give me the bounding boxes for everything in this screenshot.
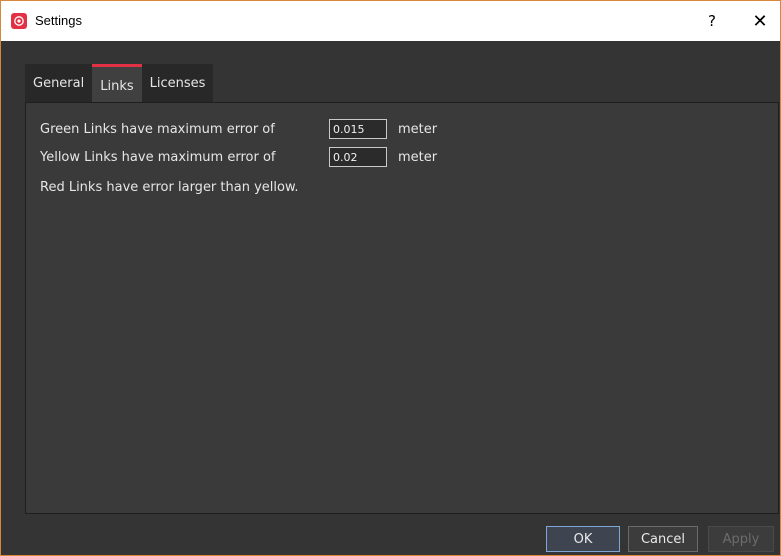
dialog-content: General Links Licenses Green Links have … bbox=[1, 41, 780, 555]
ok-button[interactable]: OK bbox=[546, 526, 620, 552]
green-unit-label: meter bbox=[398, 122, 438, 137]
apply-button[interactable]: Apply bbox=[708, 526, 774, 552]
green-error-input[interactable] bbox=[329, 119, 387, 139]
tab-links[interactable]: Links bbox=[92, 64, 142, 102]
help-button[interactable]: ? bbox=[694, 1, 730, 41]
tab-licenses[interactable]: Licenses bbox=[141, 64, 214, 102]
title-bar: Settings ? ✕ bbox=[1, 1, 780, 41]
cancel-button[interactable]: Cancel bbox=[628, 526, 698, 552]
red-links-note: Red Links have error larger than yellow. bbox=[40, 180, 299, 195]
close-button[interactable]: ✕ bbox=[742, 1, 778, 41]
yellow-unit-label: meter bbox=[398, 150, 438, 165]
tab-general[interactable]: General bbox=[25, 64, 93, 102]
settings-dialog: Settings ? ✕ General Links Licenses Gree… bbox=[0, 0, 781, 556]
green-links-label: Green Links have maximum error of bbox=[40, 122, 275, 137]
tab-bar: General Links Licenses bbox=[25, 64, 214, 102]
window-title: Settings bbox=[35, 13, 82, 28]
links-panel: Green Links have maximum error of meter … bbox=[25, 102, 779, 514]
yellow-error-input[interactable] bbox=[329, 147, 387, 167]
app-rose-icon bbox=[11, 13, 27, 29]
yellow-links-label: Yellow Links have maximum error of bbox=[40, 150, 276, 165]
